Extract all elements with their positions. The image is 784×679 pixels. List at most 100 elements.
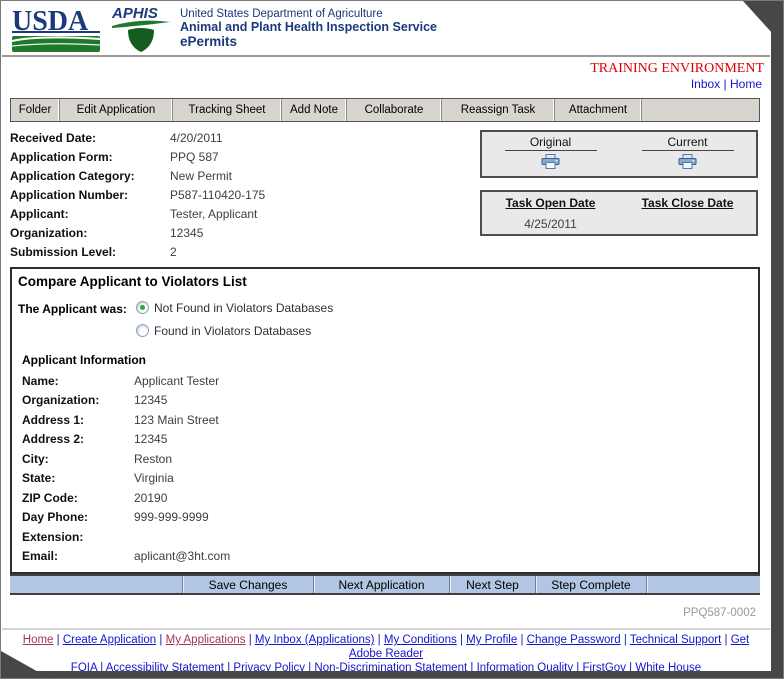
next-application-button[interactable]: Next Application xyxy=(313,576,449,593)
radio-option-found[interactable]: Found in Violators Databases xyxy=(136,322,333,339)
footer-link-my-applications[interactable]: My Applications xyxy=(166,634,246,646)
field-label: Extension: xyxy=(22,530,134,544)
tab-folder[interactable]: Folder xyxy=(11,99,60,121)
task-open-date-value: 4/25/2011 xyxy=(482,213,619,234)
field-value: 4/20/2011 xyxy=(170,131,223,145)
info-row: Day Phone:999-999-9999 xyxy=(18,508,750,528)
footer-link-accessibility-statement[interactable]: Accessibility Statement xyxy=(106,662,224,671)
applicant-was-row: The Applicant was: Not Found in Violator… xyxy=(18,299,750,339)
task-close-date-value xyxy=(619,213,756,234)
field-label: Day Phone: xyxy=(22,510,134,524)
radio-option-not-found[interactable]: Not Found in Violators Databases xyxy=(136,299,333,316)
info-row: Address 1:123 Main Street xyxy=(18,410,750,430)
printer-icon[interactable] xyxy=(541,154,560,174)
save-changes-button[interactable]: Save Changes xyxy=(182,576,313,593)
footer-link-foia[interactable]: FOIA xyxy=(71,662,97,671)
info-row: State:Virginia xyxy=(18,469,750,489)
task-dates-box: Task Open Date Task Close Date 4/25/2011 xyxy=(480,190,758,236)
field-label: Organization: xyxy=(22,393,134,407)
footer-link-my-conditions[interactable]: My Conditions xyxy=(384,634,457,646)
home-link[interactable]: Home xyxy=(730,77,762,91)
footer-link-technical-support[interactable]: Technical Support xyxy=(630,634,721,646)
field-label: Address 2: xyxy=(22,432,134,446)
field-label: Organization: xyxy=(10,226,170,240)
field-value: Applicant Tester xyxy=(134,374,219,388)
field-label: Applicant: xyxy=(10,207,170,221)
header: USDA APHIS United States Department of A… xyxy=(2,1,770,57)
footer-separator: | xyxy=(308,662,311,671)
task-close-date-header: Task Close Date xyxy=(619,196,756,213)
field-value: Reston xyxy=(134,452,172,466)
radio-found[interactable] xyxy=(136,324,149,337)
footer-separator: | xyxy=(100,662,103,671)
nav-separator: | xyxy=(724,77,727,91)
app-title: ePermits xyxy=(180,34,437,49)
field-label: ZIP Code: xyxy=(22,491,134,505)
action-bar: Save Changes Next Application Next Step … xyxy=(10,574,760,595)
violators-radio-group: Not Found in Violators Databases Found i… xyxy=(136,299,333,339)
footer-link-firstgov[interactable]: FirstGov xyxy=(583,662,626,671)
info-row: Address 2:12345 xyxy=(18,430,750,450)
field-value: 2 xyxy=(170,245,177,259)
field-label: Application Form: xyxy=(10,150,170,164)
tab-attachment[interactable]: Attachment xyxy=(555,99,642,121)
tab-edit-application[interactable]: Edit Application xyxy=(60,99,173,121)
info-row: Name:Applicant Tester xyxy=(18,371,750,391)
field-label: Email: xyxy=(22,549,134,563)
form-number: PPQ587-0002 xyxy=(2,607,756,619)
field-value: 999-999-9999 xyxy=(134,510,209,524)
footer-link-non-discrimination-statement[interactable]: Non-Discrimination Statement xyxy=(314,662,467,671)
footer-separator: | xyxy=(249,634,252,646)
field-value: 12345 xyxy=(170,226,203,240)
footer-separator: | xyxy=(159,634,162,646)
footer-link-privacy-policy[interactable]: Privacy Policy xyxy=(233,662,305,671)
field-label: State: xyxy=(22,471,134,485)
tab-reassign-task[interactable]: Reassign Task xyxy=(442,99,555,121)
aphis-logo: APHIS xyxy=(110,4,172,61)
print-current-label: Current xyxy=(642,135,734,151)
footer-link-my-inbox[interactable]: My Inbox (Applications) xyxy=(255,634,375,646)
footer-link-my-profile[interactable]: My Profile xyxy=(466,634,517,646)
footer: Home | Create Application | My Applicati… xyxy=(15,633,757,671)
section-title: Compare Applicant to Violators List xyxy=(18,274,750,289)
tab-collaborate[interactable]: Collaborate xyxy=(347,99,442,121)
compare-violators-section: Compare Applicant to Violators List The … xyxy=(10,267,760,574)
toolbar: Folder Edit Application Tracking Sheet A… xyxy=(10,98,760,122)
footer-separator: | xyxy=(724,634,727,646)
footer-separator: | xyxy=(378,634,381,646)
screenshot-edge-bottom xyxy=(1,671,783,678)
field-label: Address 1: xyxy=(22,413,134,427)
dept-line1: United States Department of Agriculture xyxy=(180,8,437,20)
field-label: Submission Level: xyxy=(10,245,170,259)
inbox-link[interactable]: Inbox xyxy=(691,77,720,91)
radio-label: Not Found in Violators Databases xyxy=(154,301,333,315)
footer-link-change-password[interactable]: Change Password xyxy=(527,634,621,646)
aphis-logo-text: APHIS xyxy=(111,5,158,22)
printer-icon[interactable] xyxy=(678,154,697,174)
footer-separator: | xyxy=(460,634,463,646)
applicant-info-title: Applicant Information xyxy=(22,353,750,367)
training-environment-banner: TRAINING ENVIRONMENT xyxy=(590,61,764,76)
footer-link-information-quality[interactable]: Information Quality xyxy=(477,662,574,671)
footer-link-white-house[interactable]: White House xyxy=(635,662,701,671)
step-complete-button[interactable]: Step Complete xyxy=(535,576,646,593)
action-bar-filler xyxy=(10,576,182,593)
footer-separator: | xyxy=(227,662,230,671)
task-open-date-header: Task Open Date xyxy=(482,196,619,213)
info-row: Organization:12345 xyxy=(18,391,750,411)
tab-add-note[interactable]: Add Note xyxy=(282,99,347,121)
print-versions-box: Original Current xyxy=(480,130,758,178)
footer-link-home[interactable]: Home xyxy=(23,634,54,646)
next-step-button[interactable]: Next Step xyxy=(449,576,535,593)
footer-row2: FOIA | Accessibility Statement | Privacy… xyxy=(15,661,757,671)
footer-separator: | xyxy=(576,662,579,671)
field-value: New Permit xyxy=(170,169,232,183)
field-label: Application Number: xyxy=(10,188,170,202)
field-label: Received Date: xyxy=(10,131,170,145)
footer-separator: | xyxy=(470,662,473,671)
tab-tracking-sheet[interactable]: Tracking Sheet xyxy=(173,99,282,121)
radio-not-found[interactable] xyxy=(136,301,149,314)
footer-link-create-application[interactable]: Create Application xyxy=(63,634,156,646)
field-value: 12345 xyxy=(134,393,167,407)
field-label: Application Category: xyxy=(10,169,170,183)
